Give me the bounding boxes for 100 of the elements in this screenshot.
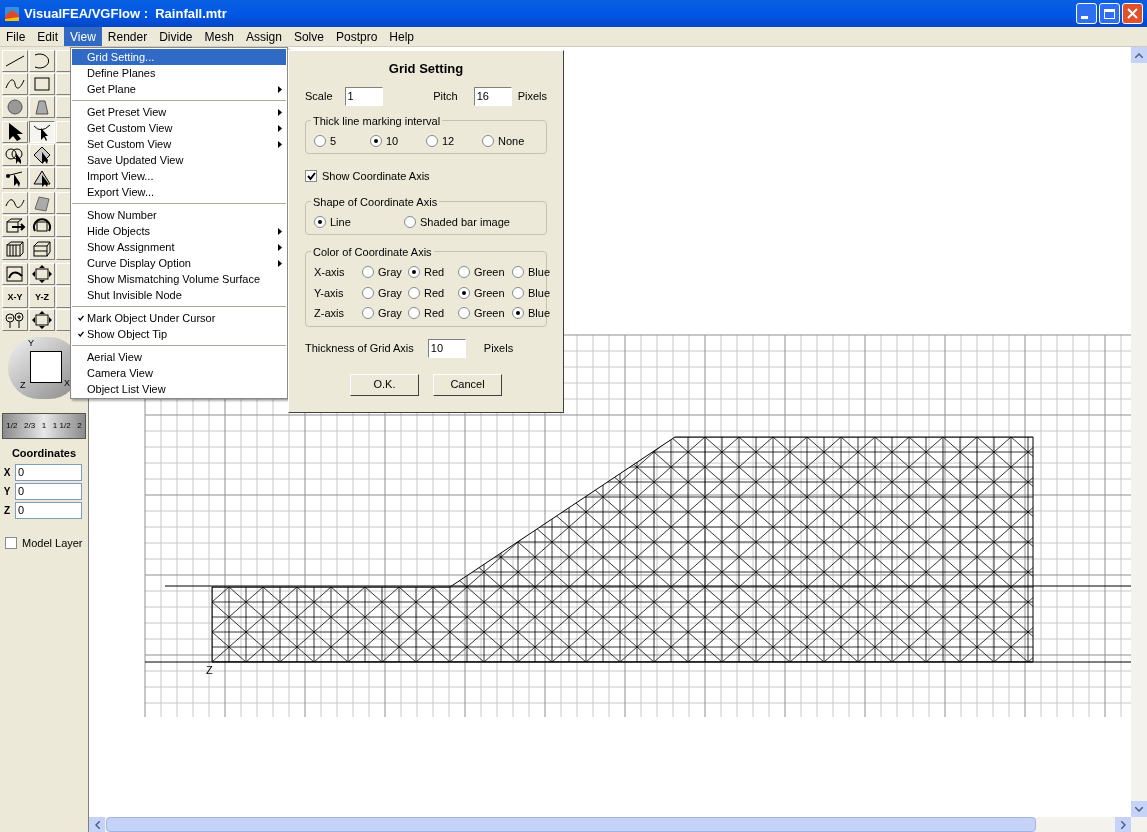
radio-button[interactable]	[408, 266, 420, 279]
radio-option[interactable]: Gray	[362, 284, 408, 301]
cube-arrow-icon	[4, 216, 26, 236]
triangle-pointer-icon	[31, 168, 53, 188]
dialog-button[interactable]: Cancel	[433, 373, 502, 396]
menu-entry[interactable]: Grid Setting...	[72, 49, 286, 65]
scale-label: 1 1/2	[52, 422, 71, 430]
radio-button[interactable]	[512, 266, 524, 279]
scroll-down-icon[interactable]	[1131, 801, 1147, 817]
radio-option[interactable]: Red	[408, 284, 458, 301]
radio-option[interactable]: Blue	[512, 264, 551, 281]
radio-button[interactable]	[408, 286, 420, 299]
radio-button[interactable]	[362, 286, 374, 299]
move-arrows-icon	[31, 264, 53, 284]
submenu-arrow-icon	[278, 85, 282, 93]
radio-option[interactable]: Red	[408, 305, 458, 322]
radio-option[interactable]: Green	[458, 284, 512, 301]
radio-button[interactable]	[512, 286, 524, 299]
axis-label: Y	[28, 339, 34, 348]
radio-option[interactable]: Blue	[512, 284, 551, 301]
tool-button[interactable]	[29, 121, 55, 143]
coordinate-field[interactable]: 0	[15, 463, 82, 481]
scroll-left-icon[interactable]	[89, 817, 105, 832]
minimize-button[interactable]	[1076, 3, 1097, 24]
scale-label: 2	[77, 422, 82, 430]
radio-option[interactable]: None	[482, 132, 538, 149]
radio-option[interactable]: 5	[314, 132, 370, 149]
axis-name: Z-axis	[314, 306, 345, 321]
rectangle-icon	[31, 74, 53, 94]
radio-option[interactable]: Red	[408, 264, 458, 281]
menu-item[interactable]: Solve	[287, 27, 330, 46]
radio-option[interactable]: Line	[314, 213, 404, 230]
radio-option[interactable]: Green	[458, 305, 512, 322]
menu-item[interactable]: Help	[383, 27, 420, 46]
axis-label: Z	[206, 664, 213, 676]
axis-name: X-axis	[314, 265, 346, 280]
radio-button[interactable]	[362, 266, 374, 279]
radio-option[interactable]: Gray	[362, 305, 408, 322]
close-button[interactable]	[1122, 3, 1143, 24]
radio-option[interactable]: 10	[370, 132, 426, 149]
plane-button[interactable]: X-Y	[2, 286, 28, 308]
menu-item[interactable]: Edit	[31, 27, 65, 46]
dialog-button[interactable]: O.K.	[350, 373, 419, 396]
radio-button[interactable]	[482, 134, 494, 147]
menu-item[interactable]: Render	[101, 27, 154, 46]
striped-box-icon	[4, 239, 26, 259]
window-title: VisualFEA/VGFlow : Rainfall.mtr	[24, 4, 227, 23]
radio-option[interactable]: Shaded bar image	[404, 213, 538, 230]
radio-button[interactable]	[458, 266, 470, 279]
menu-item[interactable]: View	[64, 27, 102, 46]
menu-item[interactable]: File	[0, 27, 32, 46]
radio-option[interactable]: Blue	[512, 305, 551, 322]
maximize-button[interactable]	[1099, 3, 1120, 24]
close-icon	[1127, 8, 1138, 19]
scale-label: 1/2	[6, 422, 18, 430]
scroll-right-icon[interactable]	[1115, 817, 1131, 832]
radio-button[interactable]	[370, 134, 382, 147]
scale-field[interactable]: 1	[344, 86, 383, 106]
axis-name: Y-axis	[314, 285, 345, 301]
coordinate-label: X	[2, 465, 12, 480]
thickness-field[interactable]: 10	[427, 338, 466, 358]
radio-button[interactable]	[404, 215, 416, 228]
radio-button[interactable]	[512, 307, 524, 320]
coordinate-field[interactable]: 0	[15, 501, 82, 519]
menu-item[interactable]: Assign	[239, 27, 288, 46]
pitch-field[interactable]: 16	[473, 86, 512, 106]
axis-label: Z	[20, 381, 26, 390]
radio-button[interactable]	[408, 307, 420, 320]
surface-icon	[31, 193, 53, 213]
radio-button[interactable]	[362, 307, 374, 320]
scale-label: 1	[41, 422, 47, 430]
checkmark-icon	[77, 331, 84, 337]
diamond-pointer-icon	[31, 145, 53, 165]
coordinate-field[interactable]: 0	[15, 482, 82, 500]
radio-button[interactable]	[458, 286, 470, 299]
view-plane-square	[30, 351, 62, 383]
radio-button[interactable]	[314, 215, 326, 228]
model-layer-label: Model Layer	[22, 535, 83, 551]
thickness-unit: Pixels	[483, 340, 514, 356]
radio-button[interactable]	[458, 307, 470, 320]
box-icon	[31, 239, 53, 259]
radio-button[interactable]	[314, 134, 326, 147]
plane-button[interactable]: Y-Z	[29, 286, 55, 308]
radio-option[interactable]: 12	[426, 132, 482, 149]
scale-label: Scale	[305, 88, 333, 104]
pitch-unit: Pixels	[517, 88, 547, 104]
radio-button[interactable]	[426, 134, 438, 147]
coordinate-label: Z	[2, 503, 12, 518]
vertical-scrollbar[interactable]	[1131, 47, 1147, 817]
radio-option[interactable]: Green	[458, 264, 512, 281]
menu-item[interactable]: Divide	[153, 27, 199, 46]
checkbox[interactable]	[305, 170, 317, 183]
thickness-label: Thickness of Grid Axis	[305, 340, 414, 356]
show-axis-label: Show Coordinate Axis	[322, 169, 430, 184]
checkbox[interactable]	[5, 536, 17, 549]
scroll-up-icon[interactable]	[1131, 47, 1147, 63]
menu-item[interactable]: Postpro	[329, 27, 384, 46]
menu-item[interactable]: Mesh	[198, 27, 240, 46]
zoom-scale[interactable]: 1/2 2/3 1 1 1/2 2	[2, 413, 86, 439]
radio-option[interactable]: Gray	[362, 264, 408, 281]
